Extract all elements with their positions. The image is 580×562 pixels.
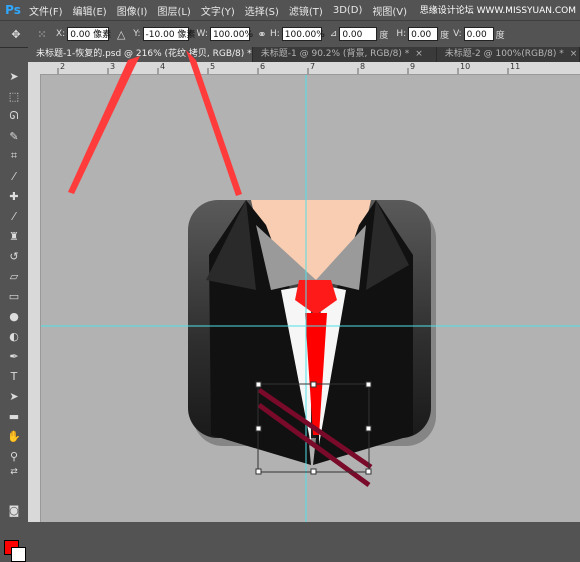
tab-document-1[interactable]: 未标题-1-恢复的.psd @ 216% (花纹 拷贝, RGB/8) *× xyxy=(28,47,253,62)
menu-type[interactable]: 文字(Y) xyxy=(196,3,240,18)
y-field-group: Y: -10.00 像素 xyxy=(133,27,195,41)
tool-preset-icon[interactable]: ✥ xyxy=(8,26,24,42)
healing-brush-tool-icon[interactable]: ✚ xyxy=(6,188,22,204)
y-input[interactable]: -10.00 像素 xyxy=(142,27,195,41)
shape-tool-icon[interactable]: ▬ xyxy=(6,408,22,424)
tab-document-2[interactable]: 未标题-1 @ 90.2% (背景, RGB/8) * × xyxy=(252,47,437,62)
x-label: X: xyxy=(56,29,66,39)
hskew-label: H: xyxy=(396,29,407,39)
marquee-tool-icon[interactable]: ⬚ xyxy=(6,88,22,104)
reference-point-icon[interactable]: ⁙ xyxy=(34,26,50,42)
w-label: W: xyxy=(196,29,208,39)
ruler-tick-label: 6 xyxy=(260,62,266,71)
menu-image[interactable]: 图像(I) xyxy=(112,3,153,18)
angle-input[interactable]: 0.00 xyxy=(339,27,378,41)
stamp-tool-icon[interactable]: ♜ xyxy=(6,228,22,244)
y-label: Y: xyxy=(133,29,141,39)
background-color-swatch[interactable] xyxy=(11,547,26,562)
vskew-input[interactable]: 0.00 xyxy=(463,27,494,41)
type-tool-icon[interactable]: T xyxy=(6,368,22,384)
menu-filter[interactable]: 滤镜(T) xyxy=(284,3,328,18)
quick-select-tool-icon[interactable]: ✎ xyxy=(6,128,22,144)
tools-panel: ➤ ⬚ ᘏ ✎ ⌗ ⁄ ✚ ⁄ ♜ ↺ ▱ ▭ ● ◐ ✒ T ➤ ▬ ✋ ⚲ … xyxy=(0,62,29,562)
menu-edit[interactable]: 编辑(E) xyxy=(68,3,112,18)
ruler-tick-label: 5 xyxy=(210,62,216,71)
hskew-unit: 度 xyxy=(440,30,450,41)
x-input[interactable]: 0.00 像素 xyxy=(67,27,111,41)
photoshop-logo: Ps xyxy=(5,3,21,17)
tab-title: 未标题-1 @ 90.2% (背景, RGB/8) * xyxy=(260,49,410,59)
ruler-tick-label: 3 xyxy=(110,62,116,71)
lasso-tool-icon[interactable]: ᘏ xyxy=(6,108,22,124)
angle-unit: 度 xyxy=(379,30,389,41)
menu-file[interactable]: 文件(F) xyxy=(24,3,68,18)
menu-bar: Ps 文件(F) 编辑(E) 图像(I) 图层(L) 文字(Y) 选择(S) 滤… xyxy=(0,0,580,20)
tab-title: 未标题-1-恢复的.psd @ 216% (花纹 拷贝, RGB/8) * xyxy=(36,49,252,59)
hand-tool-icon[interactable]: ✋ xyxy=(6,428,22,444)
ruler-tick-label: 2 xyxy=(60,62,66,71)
ruler-tick-label: 10 xyxy=(460,62,471,71)
vskew-label: V: xyxy=(453,29,462,39)
document-canvas[interactable] xyxy=(41,75,580,522)
path-select-tool-icon[interactable]: ➤ xyxy=(6,388,22,404)
h-input[interactable]: 100.00% xyxy=(281,27,325,41)
crop-tool-icon[interactable]: ⌗ xyxy=(6,148,22,164)
w-field-group: W: 100.00% xyxy=(196,27,253,41)
menu-3d[interactable]: 3D(D) xyxy=(328,5,368,16)
h-label: H: xyxy=(269,29,280,39)
menu-layer[interactable]: 图层(L) xyxy=(152,3,195,18)
close-icon[interactable]: × xyxy=(415,49,423,59)
angle-field-group: ⊿ 0.00 度 xyxy=(329,27,389,41)
vskew-field-group: V: 0.00 度 xyxy=(453,27,505,41)
ruler-tick-label: 4 xyxy=(160,62,166,71)
blur-tool-icon[interactable]: ● xyxy=(6,308,22,324)
menu-view[interactable]: 视图(V) xyxy=(367,3,412,18)
x-field-group: X: 0.00 像素 xyxy=(56,27,111,41)
menu-select[interactable]: 选择(S) xyxy=(240,3,284,18)
zoom-tool-icon[interactable]: ⚲ xyxy=(6,448,22,464)
vskew-unit: 度 xyxy=(495,30,505,41)
brush-tool-icon[interactable]: ⁄ xyxy=(6,208,22,224)
pen-tool-icon[interactable]: ✒ xyxy=(6,348,22,364)
w-input[interactable]: 100.00% xyxy=(209,27,253,41)
gradient-tool-icon[interactable]: ▭ xyxy=(6,288,22,304)
angle-icon: ⊿ xyxy=(329,29,338,39)
swap-colors-icon[interactable]: ⇄ xyxy=(6,464,22,480)
ruler-tick-label: 7 xyxy=(310,62,316,71)
vertical-ruler xyxy=(28,62,41,522)
hskew-field-group: H: 0.00 度 xyxy=(396,27,449,41)
close-icon[interactable]: × xyxy=(570,49,578,59)
eraser-tool-icon[interactable]: ▱ xyxy=(6,268,22,284)
ruler-tick-label: 11 xyxy=(510,62,521,71)
history-brush-tool-icon[interactable]: ↺ xyxy=(6,248,22,264)
link-icon[interactable]: ⚭ xyxy=(254,26,270,42)
quick-mask-icon[interactable]: ◙ xyxy=(6,502,22,518)
hskew-input[interactable]: 0.00 xyxy=(408,27,439,41)
artwork xyxy=(41,75,580,522)
horizontal-ruler: 2 3 4 5 6 7 8 9 10 11 xyxy=(40,62,580,75)
eyedropper-tool-icon[interactable]: ⁄ xyxy=(6,168,22,184)
relative-position-icon[interactable]: △ xyxy=(113,26,129,42)
dodge-tool-icon[interactable]: ◐ xyxy=(6,328,22,344)
h-field-group: H: 100.00% xyxy=(269,27,325,41)
document-tabs: 未标题-1-恢复的.psd @ 216% (花纹 拷贝, RGB/8) *× 未… xyxy=(28,47,580,62)
options-bar: ✥ ⁙ X: 0.00 像素 △ Y: -10.00 像素 W: 100.00%… xyxy=(0,20,580,48)
tab-document-3[interactable]: 未标题-2 @ 100%(RGB/8) * × xyxy=(436,47,580,62)
watermark-text: 思缘设计论坛 WWW.MISSYUAN.COM xyxy=(419,6,576,16)
ruler-tick-label: 9 xyxy=(410,62,416,71)
ruler-tick-label: 8 xyxy=(360,62,366,71)
tab-title: 未标题-2 @ 100%(RGB/8) * xyxy=(444,49,564,59)
move-tool-icon[interactable]: ➤ xyxy=(6,68,22,84)
